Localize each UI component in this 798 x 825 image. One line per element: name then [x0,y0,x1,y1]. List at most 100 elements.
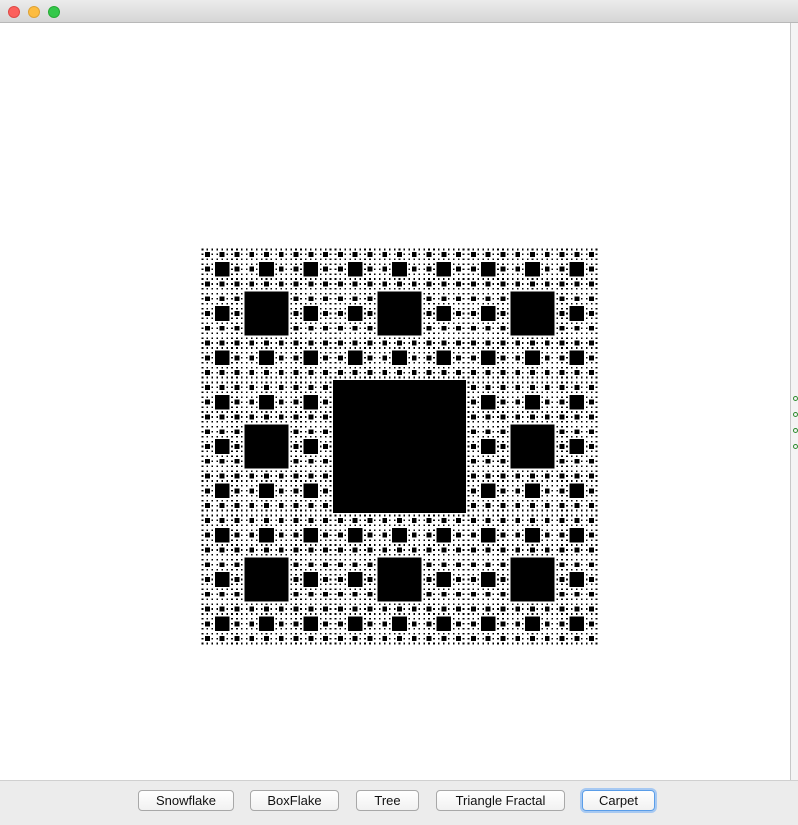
carpet-hole [418,519,421,522]
carpet-hole [310,292,312,295]
carpet-hole [324,332,327,335]
carpet-hole [516,396,519,399]
carpet-hole [236,632,238,635]
carpet-hole [300,544,302,546]
carpet-hole [249,503,255,509]
carpet-hole [324,485,327,487]
minimize-window-button[interactable] [28,6,40,18]
carpet-hole [561,366,563,369]
carpet-hole [408,613,411,615]
carpet-hole [214,439,230,454]
carpet-hole [259,616,274,632]
carpet-hole [349,544,352,546]
carpet-hole [216,327,219,330]
snowflake-button[interactable]: Snowflake [138,790,234,811]
triangle-fractal-button[interactable]: Triangle Fractal [436,790,565,811]
carpet-hole [204,547,210,553]
carpet-hole [589,384,595,390]
carpet-hole [566,248,568,251]
carpet-hole [334,273,337,275]
carpet-hole [216,302,219,305]
carpet-hole [231,598,233,601]
carpet-hole [206,381,209,384]
carpet-hole [507,283,509,285]
carpet-hole [280,337,283,339]
carpet-hole [236,450,238,453]
carpet-hole [556,435,558,438]
carpet-hole [270,504,273,507]
carpet-hole [500,562,506,568]
carpet-hole [443,376,445,379]
carpet-hole [590,632,593,635]
boxflake-button[interactable]: BoxFlake [250,790,339,811]
carpet-hole [516,263,519,266]
carpet-hole [426,355,432,361]
carpet-hole [323,532,329,538]
carpet-hole [556,337,558,339]
carpet-hole [285,627,288,630]
carpet-hole [423,613,425,615]
carpet-hole [255,485,258,487]
carpet-hole [275,253,278,256]
carpet-hole [231,401,233,403]
carpet-hole [438,248,440,251]
carpet-hole [571,278,573,280]
zoom-window-button[interactable] [48,6,60,18]
carpet-hole [566,421,568,423]
carpet-hole [241,485,243,487]
carpet-hole [300,588,302,591]
carpet-hole [531,376,534,379]
carpet-hole [374,588,376,591]
title-bar[interactable] [0,0,798,23]
carpet-hole [300,317,302,320]
carpet-hole [278,606,284,612]
carpet-hole [590,352,593,354]
carpet-hole [530,414,535,420]
carpet-hole [236,485,238,487]
carpet-hole [472,529,475,532]
carpet-hole [398,642,401,645]
carpet-hole [219,325,225,331]
carpet-hole [214,527,230,543]
carpet-hole [334,554,337,556]
carpet-hole [349,342,352,344]
tree-button[interactable]: Tree [356,790,419,811]
carpet-hole [507,445,509,448]
carpet-hole [310,366,312,369]
carpet-hole [462,519,465,522]
carpet-hole [482,460,485,463]
carpet-hole [502,440,504,443]
carpet-hole [308,429,314,435]
carpet-hole [462,283,465,285]
carpet-hole [418,342,421,344]
drawing-canvas [0,23,798,780]
carpet-hole [329,440,332,443]
carpet-hole [206,411,209,413]
close-window-button[interactable] [8,6,20,18]
carpet-button[interactable]: Carpet [582,790,655,811]
carpet-hole [559,325,565,331]
carpet-hole [226,588,228,591]
carpet-hole [349,642,352,645]
carpet-hole [290,406,292,408]
carpet-hole [344,514,347,517]
carpet-hole [511,534,514,536]
carpet-hole [329,357,332,359]
carpet-hole [487,302,489,305]
carpet-hole [525,527,540,543]
carpet-hole [329,327,332,330]
carpet-hole [551,421,554,423]
carpet-hole [206,642,209,645]
carpet-hole [492,411,494,413]
carpet-hole [265,347,268,349]
carpet-hole [541,642,544,645]
carpet-hole [236,292,238,295]
carpet-hole [500,517,506,523]
carpet-hole [487,347,489,349]
carpet-hole [221,366,223,369]
carpet-hole [585,342,588,344]
carpet-hole [595,549,598,551]
carpet-hole [595,573,598,576]
carpet-hole [551,366,554,369]
carpet-hole [324,381,327,384]
